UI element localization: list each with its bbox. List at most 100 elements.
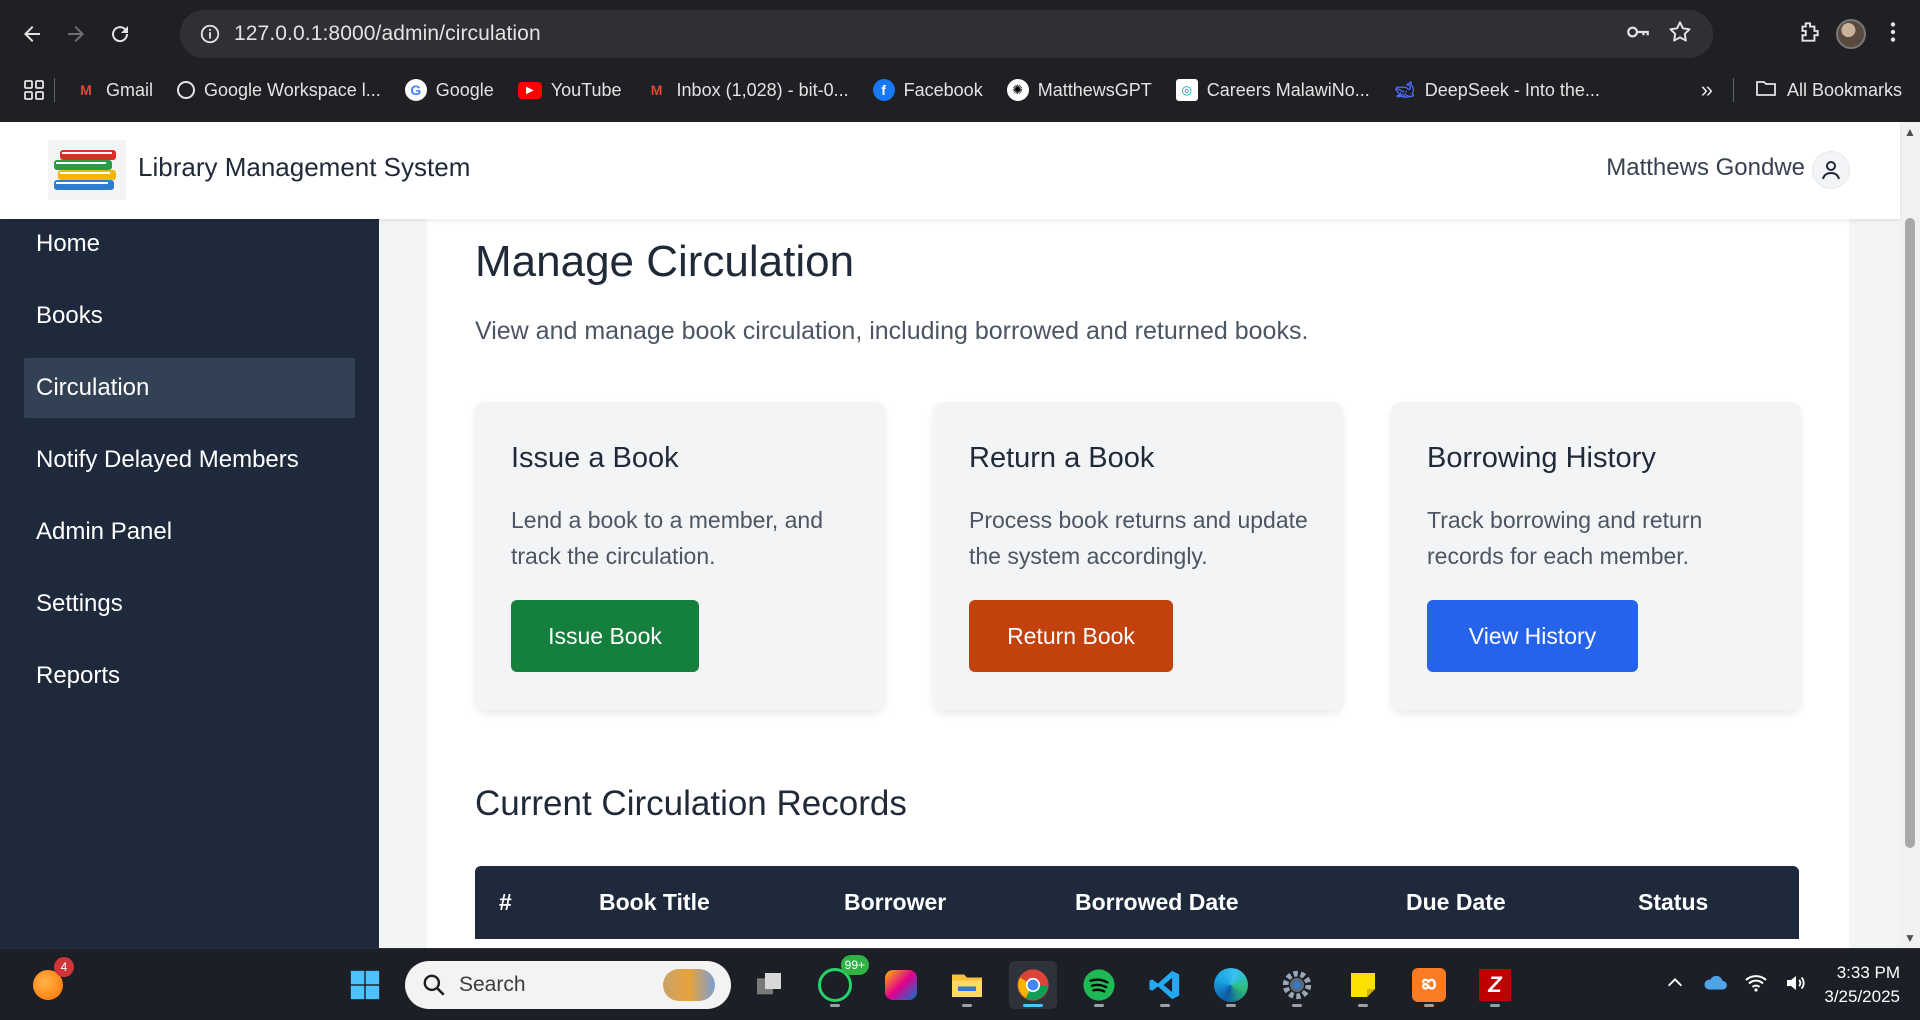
card-description: Lend a book to a member, and track the c…	[511, 507, 823, 569]
running-indicator	[1226, 1004, 1236, 1007]
kebab-menu-icon[interactable]	[1880, 19, 1906, 50]
taskbar-copilot[interactable]	[877, 961, 925, 1009]
more-bookmarks-button[interactable]: »	[1701, 77, 1713, 103]
user-avatar-icon[interactable]	[1812, 151, 1850, 189]
app-header: Library Management System Matthews Gondw…	[0, 122, 1900, 219]
scroll-down-arrow-icon[interactable]: ▼	[1903, 931, 1917, 945]
taskbar-filezilla[interactable]: Z	[1471, 961, 1519, 1009]
taskbar-search[interactable]: Search	[405, 961, 731, 1009]
bookmark-careers[interactable]: ◎ Careers MalawiNo...	[1164, 72, 1382, 108]
taskbar-sticky-notes[interactable]	[1339, 961, 1387, 1009]
return-book-button[interactable]: Return Book	[969, 600, 1173, 672]
column-header-book-title: Book Title	[599, 889, 710, 915]
column-header-borrowed-date: Borrowed Date	[1075, 889, 1239, 915]
sidebar-item-reports[interactable]: Reports	[24, 646, 355, 706]
sidebar-item-home[interactable]: Home	[24, 214, 355, 274]
sidebar-item-admin-panel[interactable]: Admin Panel	[24, 502, 355, 562]
column-header-status: Status	[1638, 889, 1709, 915]
bookmark-google-workspace[interactable]: Google Workspace l...	[165, 72, 393, 108]
bookmark-deepseek[interactable]: 🐋︎ DeepSeek - Into the...	[1382, 72, 1612, 108]
onedrive-cloud-icon[interactable]	[1702, 970, 1728, 1001]
youtube-icon: ▶	[517, 81, 542, 99]
arrow-left-icon	[24, 26, 40, 42]
apps-grid-icon[interactable]	[22, 78, 46, 102]
sidebar-item-settings[interactable]: Settings	[24, 574, 355, 634]
gear-icon	[1282, 970, 1312, 1000]
arrow-right-icon	[68, 26, 84, 42]
column-header-number: #	[499, 889, 512, 915]
task-view-button[interactable]	[745, 961, 793, 1009]
whatsapp-badge: 99+	[840, 955, 869, 975]
all-bookmarks-button[interactable]: All Bookmarks	[1754, 72, 1902, 108]
url-text[interactable]: 127.0.0.1:8000/admin/circulation	[234, 22, 541, 46]
sticky-note-icon	[1351, 973, 1375, 997]
address-bar[interactable]: 127.0.0.1:8000/admin/circulation	[180, 10, 1713, 58]
globe-icon	[177, 81, 196, 99]
folder-icon	[952, 974, 982, 997]
toolbar: 127.0.0.1:8000/admin/circulation	[0, 0, 1920, 68]
card-title: Issue a Book	[511, 442, 679, 474]
bookmark-facebook[interactable]: f Facebook	[861, 72, 995, 108]
vscode-icon	[1149, 970, 1180, 1000]
scroll-up-arrow-icon[interactable]: ▲	[1903, 125, 1917, 139]
browser-chrome: 127.0.0.1:8000/admin/circulation M Gmail…	[0, 0, 1920, 122]
facebook-icon: f	[872, 79, 895, 101]
clock[interactable]: 3:33 PM 3/25/2025	[1824, 961, 1900, 1009]
search-icon	[423, 974, 445, 996]
sidebar-item-notify-delayed[interactable]: Notify Delayed Members	[24, 430, 355, 490]
page-scrollbar[interactable]: ▲ ▼	[1900, 122, 1920, 948]
taskbar-edge[interactable]	[1207, 961, 1255, 1009]
widgets-button[interactable]: 4	[24, 957, 74, 1009]
bookmark-matthewsgpt[interactable]: ✺ MatthewsGPT	[995, 72, 1164, 108]
site-info-icon[interactable]	[186, 10, 234, 58]
sidebar-item-books[interactable]: Books	[24, 286, 355, 346]
app-title: Library Management System	[138, 152, 471, 182]
gmail-icon: M	[80, 82, 92, 98]
card-title: Borrowing History	[1427, 442, 1656, 474]
user-name[interactable]: Matthews Gondwe	[1606, 154, 1805, 182]
chrome-icon	[1017, 969, 1049, 1001]
taskbar-vscode[interactable]	[1141, 961, 1189, 1009]
issue-book-button[interactable]: Issue Book	[511, 600, 699, 672]
bookmark-inbox[interactable]: M Inbox (1,028) - bit-0...	[634, 72, 861, 108]
taskbar-chrome[interactable]	[1009, 961, 1057, 1009]
running-indicator	[830, 1004, 840, 1007]
taskbar-whatsapp[interactable]: 99+	[811, 955, 869, 1009]
taskbar-settings[interactable]	[1273, 961, 1321, 1009]
clock-date: 3/25/2025	[1824, 987, 1900, 1006]
scrollbar-thumb[interactable]	[1905, 218, 1915, 848]
taskbar-xampp[interactable]: ఐ	[1405, 961, 1453, 1009]
notification-badge: 4	[54, 957, 74, 977]
chevron-up-icon[interactable]	[1664, 972, 1686, 999]
start-button[interactable]	[341, 961, 389, 1009]
sidebar-item-circulation[interactable]: Circulation	[24, 358, 355, 418]
taskbar-file-explorer[interactable]	[943, 961, 991, 1009]
bookmark-youtube[interactable]: ▶ YouTube	[506, 72, 634, 108]
volume-icon[interactable]	[1784, 971, 1808, 1000]
extensions-icon[interactable]	[1796, 19, 1822, 50]
forward-button[interactable]	[54, 12, 98, 56]
key-icon[interactable]	[1625, 19, 1651, 50]
profile-avatar[interactable]	[1836, 19, 1866, 49]
bookmarks-divider	[1732, 78, 1734, 102]
back-button[interactable]	[10, 12, 54, 56]
bookmark-gmail[interactable]: M Gmail	[63, 72, 165, 108]
bookmarks-divider	[54, 78, 55, 102]
taskbar-spotify[interactable]	[1075, 961, 1123, 1009]
reload-button[interactable]	[98, 12, 142, 56]
issue-book-card: Issue a Book Lend a book to a member, an…	[475, 402, 885, 710]
windows-logo-icon	[350, 970, 380, 1000]
system-tray: 3:33 PM 3/25/2025	[1664, 949, 1900, 1020]
view-history-button[interactable]: View History	[1427, 600, 1638, 672]
star-icon[interactable]	[1667, 19, 1693, 50]
bookmark-google[interactable]: G Google	[393, 72, 506, 108]
google-icon: G	[404, 79, 427, 101]
running-indicator	[1094, 1004, 1104, 1007]
xampp-icon: ఐ	[1412, 968, 1446, 1002]
spotify-icon	[1083, 969, 1115, 1001]
wifi-icon[interactable]	[1744, 971, 1768, 1000]
search-highlight-icon	[663, 969, 715, 1001]
careers-icon: ◎	[1175, 79, 1198, 101]
running-indicator	[1358, 1004, 1368, 1007]
windows-taskbar: 4 Search 99+ ఐ Z 3:33 PM 3/25/2025	[0, 948, 1920, 1020]
